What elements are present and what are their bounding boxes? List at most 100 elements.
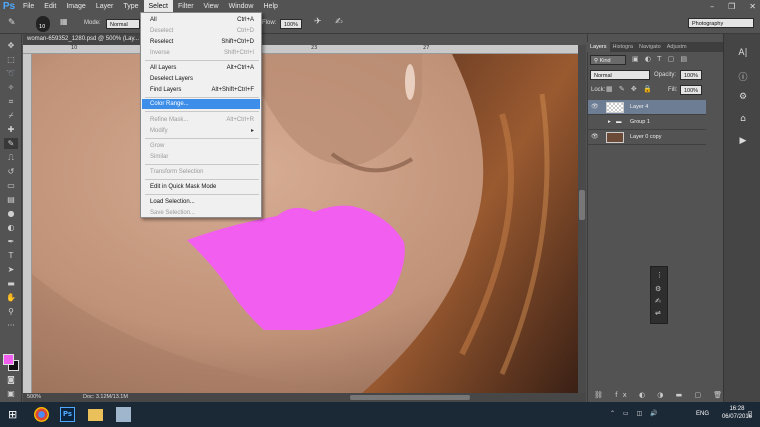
lasso-tool-icon[interactable]: ➰	[4, 68, 18, 79]
menu-item-reselect[interactable]: Reselect Shift+Ctrl+D	[142, 37, 260, 47]
quick-select-tool-icon[interactable]: ✧	[4, 82, 18, 93]
image-canvas[interactable]	[32, 54, 578, 393]
brush-tool-icon[interactable]: ✎	[8, 18, 16, 28]
menu-item-transform-selection[interactable]: Transform Selection	[142, 167, 260, 177]
screen-mode-icon[interactable]: ▣	[4, 388, 18, 399]
mini-panel-icon-2[interactable]: ⚙	[655, 285, 661, 293]
type-tool-icon[interactable]: T	[4, 250, 18, 261]
hand-tool-icon[interactable]: ✋	[4, 292, 18, 303]
layer-bottom-icons[interactable]: ⛓ fx ◐ ◑ ▬ ▢ 🗑	[594, 391, 727, 399]
shape-tool-icon[interactable]: ▬	[4, 278, 18, 289]
filter-icons[interactable]: ▣ ◐ T ▢ ▤	[632, 55, 689, 63]
tab-layers[interactable]: Layers	[587, 42, 610, 52]
menu-item-grow[interactable]: Grow	[142, 141, 260, 151]
layer-row[interactable]: 👁 Layer 4	[588, 100, 706, 115]
crop-tool-icon[interactable]: ⌗	[4, 96, 18, 107]
vertical-scroll-thumb[interactable]	[579, 190, 585, 220]
menu-item-save-selection[interactable]: Save Selection...	[142, 208, 260, 218]
tab-histogram[interactable]: Histogra	[610, 42, 636, 52]
eye-icon[interactable]: ▢	[591, 115, 597, 130]
blend-mode-select[interactable]: Normal	[590, 70, 650, 80]
search-icon: ⚲	[594, 58, 599, 64]
brush-panel-icon[interactable]: ▦	[60, 17, 68, 26]
menu-item-find-layers[interactable]: Find Layers Alt+Shift+Ctrl+F	[142, 85, 260, 95]
menu-item-deselect[interactable]: Deselect Ctrl+D	[142, 26, 260, 36]
mini-panel-icon-4[interactable]: ⇌	[655, 309, 661, 317]
layer-filter-kind[interactable]: ⚲ Kind	[590, 55, 626, 65]
fill-input[interactable]: 100%	[680, 85, 702, 95]
menu-item-refine-mask[interactable]: Refine Mask... Alt+Ctrl+R	[142, 115, 260, 125]
zoom-level[interactable]: 500%	[27, 393, 41, 402]
eyedropper-tool-icon[interactable]: ⌿	[4, 110, 18, 121]
opacity-input[interactable]: 100%	[680, 70, 702, 80]
document-tab[interactable]: woman-659352_1280.psd @ 500% (Lay...	[23, 34, 143, 45]
chrome-icon[interactable]	[34, 407, 49, 422]
marquee-tool-icon[interactable]: ⬚	[4, 54, 18, 65]
brush-preset-picker[interactable]: 10	[36, 16, 50, 32]
menu-item-load-selection[interactable]: Load Selection...	[142, 197, 260, 207]
language-indicator[interactable]: ENG	[696, 411, 709, 417]
gradient-tool-icon[interactable]: ▤	[4, 194, 18, 205]
pen-tool-icon[interactable]: ✒	[4, 236, 18, 247]
actions-play-icon[interactable]: ▶	[736, 136, 750, 150]
brush-presets-icon[interactable]: ⌂	[736, 114, 750, 128]
zoom-tool-icon[interactable]: ⚲	[4, 306, 18, 317]
menu-help[interactable]: Help	[259, 0, 283, 14]
eye-icon[interactable]: 👁	[591, 130, 599, 145]
layer-thumbnail	[606, 102, 624, 113]
tray-icons[interactable]: ⌃ ▭ ◫ 🔊	[610, 410, 661, 417]
horizontal-scroll-thumb[interactable]	[350, 395, 470, 400]
windows-taskbar: ⊞ Ps ⌃ ▭ ◫ 🔊 ENG ▯	[0, 402, 760, 427]
eraser-tool-icon[interactable]: ▭	[4, 180, 18, 191]
menu-item-all[interactable]: All Ctrl+A	[142, 15, 260, 25]
photoshop-taskbar-icon[interactable]: Ps	[60, 407, 75, 422]
windows-start-icon[interactable]: ⊞	[8, 407, 23, 422]
menu-layer[interactable]: Layer	[91, 0, 119, 14]
mode-select[interactable]: Normal	[106, 19, 140, 29]
path-select-icon[interactable]: ➤	[4, 264, 18, 275]
mini-panel-icon-1[interactable]: ⋮	[656, 271, 663, 279]
stamp-tool-icon[interactable]: ⎍	[4, 152, 18, 163]
menu-item-inverse[interactable]: Inverse Shift+Ctrl+I	[142, 48, 260, 58]
settings-icon[interactable]: ⚙	[736, 92, 750, 106]
menu-item-similar[interactable]: Similar	[142, 152, 260, 162]
dodge-tool-icon[interactable]: ◐	[4, 222, 18, 233]
menu-file[interactable]: File	[18, 0, 39, 14]
brush-tool-icon[interactable]: ✎	[4, 138, 18, 149]
menu-item-deselect-layers[interactable]: Deselect Layers	[142, 74, 260, 84]
airbrush-icon[interactable]: ✈	[314, 17, 322, 27]
character-panel-icon[interactable]: A|	[736, 48, 750, 62]
expand-arrow-icon[interactable]: ▸	[608, 115, 611, 130]
quick-mask-icon[interactable]: ◙	[4, 374, 18, 385]
tab-adjustments[interactable]: Adjustm	[664, 42, 690, 52]
menu-item-color-range[interactable]: Color Range...	[142, 99, 260, 109]
minimize-icon[interactable]: –	[710, 2, 714, 11]
layer-row[interactable]: 👁 Layer 0 copy	[588, 130, 706, 145]
menu-edit[interactable]: Edit	[39, 0, 61, 14]
layer-row[interactable]: ▢ ▸ ▬ Group 1	[588, 115, 706, 130]
flow-input[interactable]: 100%	[280, 19, 302, 29]
menu-item-modify[interactable]: Modify ▸	[142, 126, 260, 136]
close-icon[interactable]: ✕	[749, 2, 756, 11]
foreground-color-swatch[interactable]	[3, 354, 14, 365]
menu-image[interactable]: Image	[61, 0, 90, 14]
healing-tool-icon[interactable]: ✚	[4, 124, 18, 135]
app-icon[interactable]	[116, 407, 131, 422]
menu-item-quick-mask[interactable]: Edit in Quick Mask Mode	[142, 182, 260, 192]
blur-tool-icon[interactable]: ●	[4, 208, 18, 219]
menu-item-all-layers[interactable]: All Layers Alt+Ctrl+A	[142, 63, 260, 73]
tab-navigator[interactable]: Navigato	[636, 42, 664, 52]
workspace-select[interactable]: Photography	[688, 18, 754, 28]
system-clock[interactable]: 16:28 06/07/2016	[722, 405, 752, 421]
eye-icon[interactable]: 👁	[591, 100, 599, 115]
restore-icon[interactable]: ❐	[728, 2, 735, 11]
extra-tools-icon[interactable]: ···	[4, 320, 18, 331]
pressure-size-icon[interactable]: ✍	[335, 17, 343, 27]
mini-panel-icon-3[interactable]: ✍	[655, 297, 661, 305]
file-explorer-icon[interactable]	[88, 409, 103, 421]
lock-icons[interactable]: ▦ ✎ ✥ 🔒	[606, 85, 654, 93]
move-tool-icon[interactable]: ✥	[4, 40, 18, 51]
info-icon[interactable]: ⓘ	[736, 70, 750, 84]
folder-icon: ▬	[616, 119, 622, 125]
history-brush-icon[interactable]: ↺	[4, 166, 18, 177]
